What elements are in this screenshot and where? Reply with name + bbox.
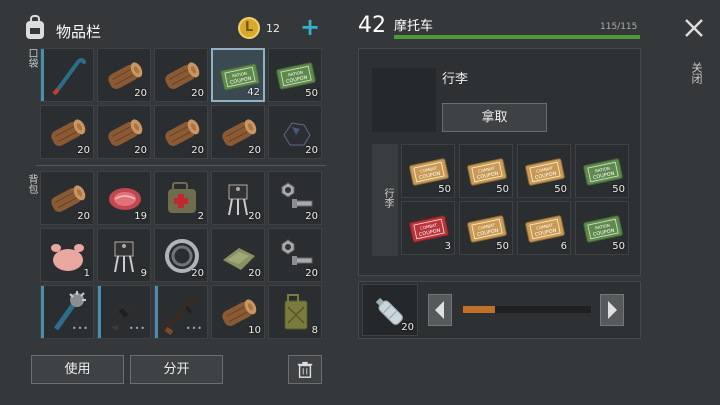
pocket-slot[interactable]: 20 [211, 105, 265, 159]
vehicle-hp-bar [394, 35, 640, 39]
use-button[interactable]: 使用 [31, 355, 124, 384]
section-divider [36, 165, 326, 166]
backpack-slot[interactable]: 20 [268, 228, 322, 282]
item-qty: 10 [248, 325, 261, 336]
fuel-track [463, 306, 591, 313]
trash-icon [297, 361, 313, 378]
pocket-slot[interactable]: 20 [268, 105, 322, 159]
item-qty: 20 [191, 88, 204, 99]
backpack-slot[interactable]: 20 [40, 171, 94, 225]
storage-title: 行李 [442, 72, 469, 87]
item-qty: 20 [248, 211, 261, 222]
inventory-title: 物品栏 [56, 23, 102, 41]
pocket-slot[interactable]: RATION COUPON 42 [211, 48, 265, 102]
fuel-slot[interactable]: 20 [362, 284, 418, 336]
item-qty: 20 [77, 145, 90, 156]
pocket-slot[interactable]: 20 [97, 105, 151, 159]
pocket-slot[interactable] [40, 48, 94, 102]
backpack-slot[interactable]: 20 [154, 228, 208, 282]
close-icon [685, 19, 703, 37]
fuel-qty: 20 [401, 322, 414, 333]
pocket-slot[interactable]: 20 [97, 48, 151, 102]
arrow-right-icon [608, 301, 617, 319]
backpack-slot[interactable]: ••• [40, 285, 94, 339]
durability-dots: ••• [71, 324, 89, 333]
crowbar-icon [52, 58, 86, 96]
pocket-slot[interactable]: 20 [154, 105, 208, 159]
item-qty: 20 [305, 211, 318, 222]
split-button[interactable]: 分开 [130, 355, 223, 384]
item-qty: 20 [305, 268, 318, 279]
trash-button[interactable] [288, 355, 322, 384]
storage-slot[interactable]: COMBAT COUPON 50 [517, 144, 571, 198]
backpack-slot[interactable]: ••• [97, 285, 151, 339]
item-qty: 3 [444, 241, 451, 252]
item-qty: 20 [305, 145, 318, 156]
storage-side-label: 行李 [382, 188, 393, 208]
close-button[interactable]: 关闭 [680, 18, 708, 88]
item-qty: 50 [554, 184, 567, 195]
item-qty: 42 [247, 87, 260, 98]
backpack-slot[interactable]: 10 [211, 285, 265, 339]
backpack-label: 背包 [26, 174, 37, 194]
vehicle-hp: 115/115 [600, 22, 638, 32]
close-label: 关闭 [690, 62, 703, 84]
item-qty: 20 [191, 268, 204, 279]
item-qty: 20 [191, 145, 204, 156]
take-button[interactable]: 拿取 [442, 103, 547, 132]
pocket-slot[interactable]: 20 [154, 48, 208, 102]
add-coins-button[interactable]: + [300, 13, 320, 41]
backpack-slot[interactable]: ••• [154, 285, 208, 339]
item-qty: 50 [305, 88, 318, 99]
fuel-level-fill [463, 306, 495, 313]
backpack-slot[interactable]: 20 [268, 171, 322, 225]
backpack-icon [24, 14, 46, 40]
backpack-slot[interactable]: 20 [211, 171, 265, 225]
item-qty: 20 [77, 211, 90, 222]
backpack-slot[interactable]: 19 [97, 171, 151, 225]
backpack-slot[interactable]: 2 [154, 171, 208, 225]
item-qty: 8 [311, 325, 318, 336]
backpack-slot[interactable]: 8 [268, 285, 322, 339]
storage-slot[interactable]: COMBAT COUPON 50 [459, 201, 513, 255]
pocket-slot[interactable]: RATION COUPON 50 [268, 48, 322, 102]
item-qty: 19 [134, 211, 147, 222]
item-qty: 1 [83, 268, 90, 279]
durability-dots: ••• [185, 324, 203, 333]
fuel-left-button[interactable] [428, 294, 452, 326]
fuel-right-button[interactable] [600, 294, 624, 326]
item-qty: 50 [612, 184, 625, 195]
item-qty: 50 [496, 184, 509, 195]
storage-preview [372, 68, 436, 132]
storage-slot[interactable]: COMBAT COUPON 3 [401, 201, 455, 255]
backpack-slot[interactable]: 9 [97, 228, 151, 282]
backpack-slot[interactable]: 20 [211, 228, 265, 282]
storage-slot[interactable]: RATION COUPON 50 [575, 201, 629, 255]
item-qty: 20 [248, 268, 261, 279]
storage-slot[interactable]: COMBAT COUPON 50 [459, 144, 513, 198]
pocket-label: 口袋 [26, 48, 37, 68]
item-qty: 50 [438, 184, 451, 195]
vehicle-name: 摩托车 [394, 19, 434, 34]
durability-dots: ••• [128, 324, 146, 333]
item-qty: 20 [134, 145, 147, 156]
item-qty: 6 [560, 241, 567, 252]
coin-icon: L [238, 17, 260, 39]
backpack-slot[interactable]: 1 [40, 228, 94, 282]
pocket-slot[interactable]: 20 [40, 105, 94, 159]
storage-slot[interactable]: RATION COUPON 50 [575, 144, 629, 198]
coin-count: 12 [266, 22, 280, 35]
storage-slot[interactable]: COMBAT COUPON 6 [517, 201, 571, 255]
storage-slot[interactable]: COMBAT COUPON 50 [401, 144, 455, 198]
item-qty: 20 [248, 145, 261, 156]
vehicle-level: 42 [358, 13, 386, 38]
item-qty: 50 [496, 241, 509, 252]
arrow-left-icon [435, 301, 444, 319]
item-qty: 50 [612, 241, 625, 252]
item-qty: 9 [140, 268, 147, 279]
item-qty: 2 [197, 211, 204, 222]
item-qty: 20 [134, 88, 147, 99]
